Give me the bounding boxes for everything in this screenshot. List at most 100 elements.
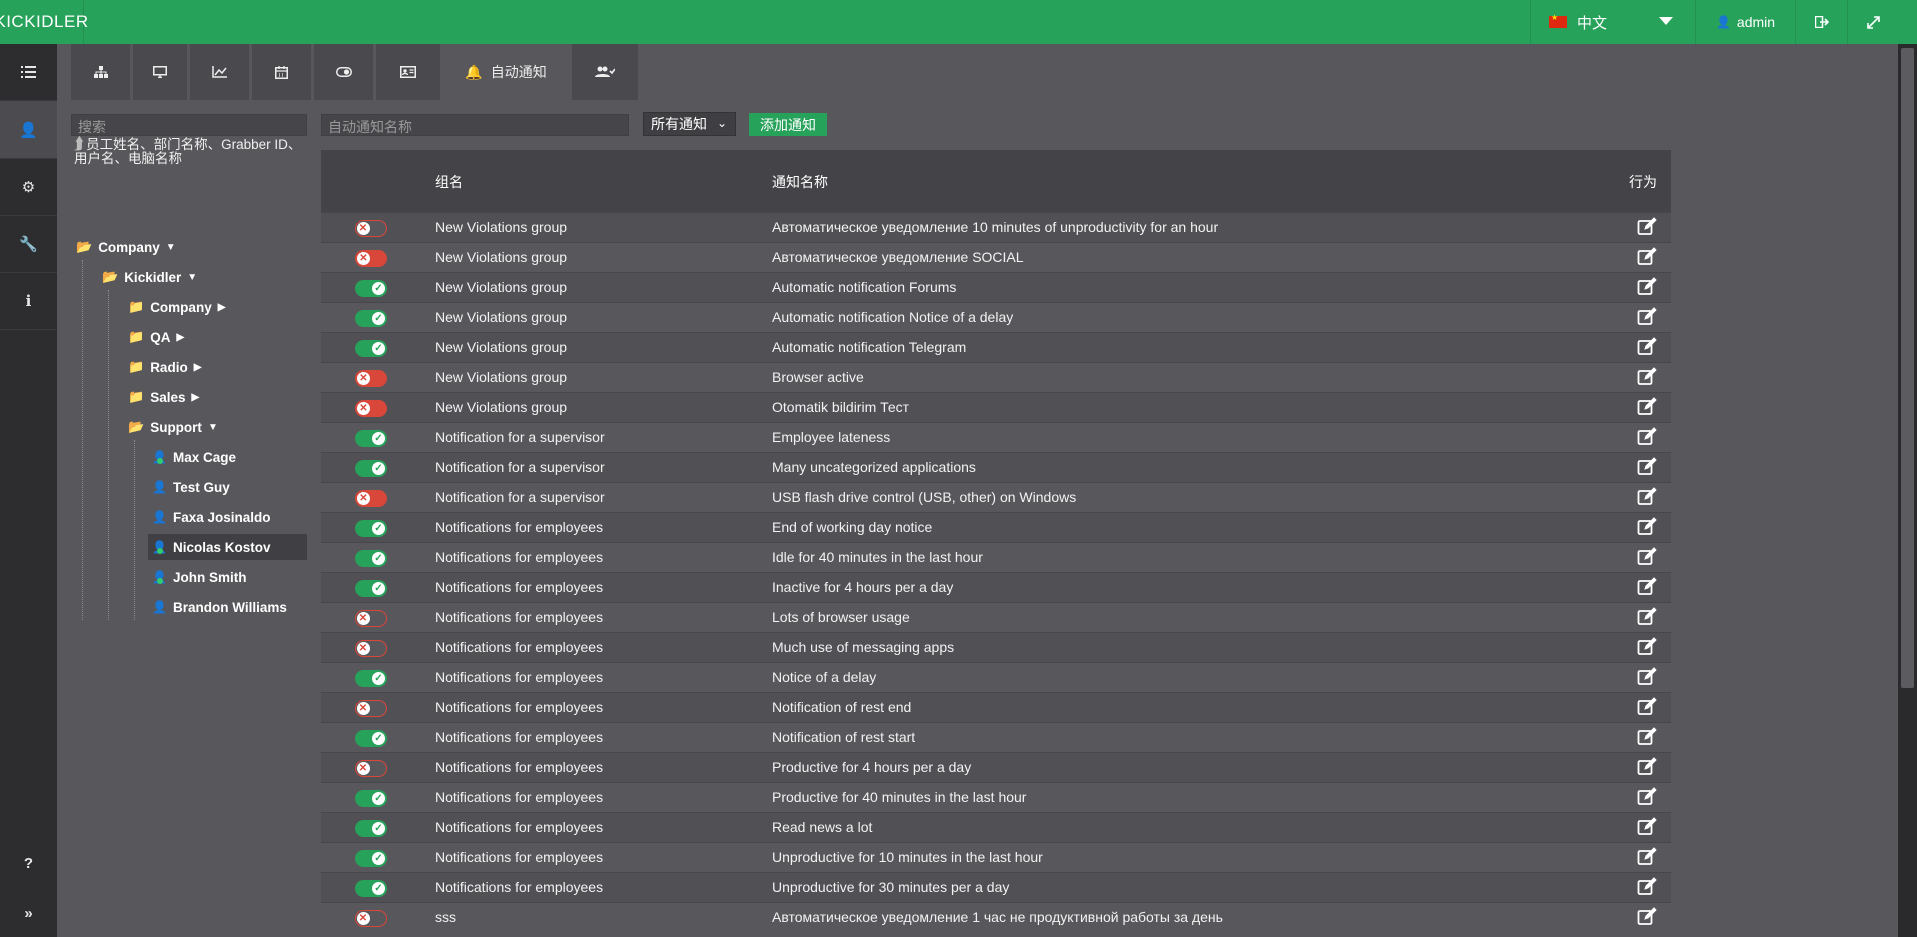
status-toggle[interactable]: ✓ [355,850,387,867]
edit-icon[interactable] [1637,757,1657,777]
tree-node-user[interactable]: 👤 John Smith [152,564,246,590]
tree-node-dept[interactable]: 📁 QA ▶ [128,324,184,350]
status-toggle[interactable]: ✓ [355,580,387,597]
status-toggle[interactable]: ✓ [355,550,387,567]
tree-node-dept[interactable]: 📁 Radio ▶ [128,354,201,380]
employees-nav-button[interactable]: 👤 [0,101,57,159]
group-name-cell: Notifications for employees [435,519,604,535]
notification-name-cell: Автоматическое уведомление 1 час не прод… [772,909,1223,925]
status-toggle[interactable]: ✓ [355,340,387,357]
list-menu-button[interactable] [0,44,57,101]
status-toggle[interactable]: ✕ [355,250,387,267]
tree-node-dept[interactable]: 📁 Company ▶ [128,294,225,320]
info-nav-button[interactable]: i [0,273,57,330]
kickidler-logo[interactable]: KICKIDLER [0,0,88,44]
notification-name-cell: Unproductive for 10 minutes in the last … [772,849,1043,865]
edit-icon[interactable] [1637,577,1657,597]
page-scrollbar[interactable] [1898,44,1917,937]
edit-icon[interactable] [1637,367,1657,387]
status-toggle[interactable]: ✕ [355,370,387,387]
tree-node-kickidler[interactable]: 📂 Kickidler ▼ [102,264,197,290]
edit-icon[interactable] [1637,697,1657,717]
edit-icon[interactable] [1637,277,1657,297]
notification-name-cell: Browser active [772,369,864,385]
edit-icon[interactable] [1637,427,1657,447]
tab-calendar[interactable] [252,44,311,100]
status-toggle[interactable]: ✕ [355,490,387,507]
status-toggle[interactable]: ✓ [355,310,387,327]
employee-search-input[interactable]: 搜索 [71,114,307,136]
collapse-nav-button[interactable]: » [0,885,57,937]
tree-node-company[interactable]: 📂 Company ▼ [76,234,176,260]
status-toggle[interactable]: ✓ [355,880,387,897]
edit-icon[interactable] [1637,247,1657,267]
edit-icon[interactable] [1637,337,1657,357]
table-row: ✓ Notification for a supervisor Employee l… [321,422,1671,452]
notification-filter-select[interactable]: 所有通知 ⌄ [643,112,736,136]
tree-node-user[interactable]: 👤 Max Cage [152,444,236,470]
add-notification-button[interactable]: 添加通知 [749,113,827,136]
edit-icon[interactable] [1637,847,1657,867]
status-toggle[interactable]: ✕ [355,700,387,717]
tree-node-user[interactable]: 👤 Faxa Josinaldo [152,504,271,530]
caret-right-icon: ▶ [217,301,226,313]
table-row: ✓ Notifications for employees Unproductive… [321,872,1671,902]
fullscreen-button[interactable] [1847,0,1899,44]
logout-button[interactable] [1795,0,1847,44]
edit-icon[interactable] [1637,907,1657,927]
status-toggle[interactable]: ✓ [355,820,387,837]
status-toggle[interactable]: ✓ [355,430,387,447]
tree-node-dept[interactable]: 📁 Sales ▶ [128,384,199,410]
tab-monitor[interactable] [133,44,187,100]
edit-icon[interactable] [1637,487,1657,507]
tab-reports[interactable] [190,44,249,100]
tab-id-card[interactable] [376,44,440,100]
edit-icon[interactable] [1637,607,1657,627]
status-toggle[interactable]: ✕ [355,400,387,417]
edit-icon[interactable] [1637,547,1657,567]
edit-icon[interactable] [1637,307,1657,327]
tab-auto-notifications[interactable]: 🔔 自动通知 [443,44,569,100]
check-icon: ✓ [372,882,385,895]
edit-icon[interactable] [1637,727,1657,747]
edit-icon[interactable] [1637,397,1657,417]
group-name-cell: New Violations group [435,309,568,325]
language-selector[interactable]: 中文 [1530,0,1695,44]
status-toggle[interactable]: ✓ [355,460,387,477]
edit-icon[interactable] [1637,817,1657,837]
edit-icon[interactable] [1637,667,1657,687]
group-name-cell: Notifications for employees [435,579,604,595]
edit-icon[interactable] [1637,517,1657,537]
settings-nav-button[interactable]: ⚙ [0,159,57,216]
tree-node-dept[interactable]: 📂 Support ▼ [128,414,218,440]
tree-node-user[interactable]: 👤 Brandon Williams [152,594,287,620]
edit-icon[interactable] [1637,637,1657,657]
edit-icon[interactable] [1637,217,1657,237]
user-menu[interactable]: 👤 admin [1695,0,1795,44]
status-toggle[interactable]: ✓ [355,670,387,687]
tab-toggles[interactable] [314,44,373,100]
calendar-icon [275,65,288,79]
table-row: ✕ New Violations group Otomatik bildirim Т… [321,392,1671,422]
status-toggle[interactable]: ✕ [355,640,387,657]
status-toggle[interactable]: ✕ [355,760,387,777]
tab-structure[interactable] [71,44,130,100]
status-toggle[interactable]: ✓ [355,280,387,297]
x-icon: ✕ [356,221,370,235]
status-toggle[interactable]: ✕ [355,220,387,237]
status-toggle[interactable]: ✓ [355,730,387,747]
tools-nav-button[interactable]: 🔧 [0,216,57,273]
status-toggle[interactable]: ✓ [355,790,387,807]
help-nav-button[interactable]: ? [0,835,57,892]
edit-icon[interactable] [1637,457,1657,477]
scrollbar-thumb[interactable] [1901,48,1914,688]
edit-icon[interactable] [1637,877,1657,897]
tree-node-user-selected[interactable]: 👤 Nicolas Kostov [148,534,307,560]
tree-node-user[interactable]: 👤 Test Guy [152,474,230,500]
tab-user-groups[interactable] [572,44,638,100]
status-toggle[interactable]: ✕ [355,910,387,927]
status-toggle[interactable]: ✓ [355,520,387,537]
status-toggle[interactable]: ✕ [355,610,387,627]
edit-icon[interactable] [1637,787,1657,807]
notification-name-input[interactable]: 自动通知名称 [321,114,629,136]
